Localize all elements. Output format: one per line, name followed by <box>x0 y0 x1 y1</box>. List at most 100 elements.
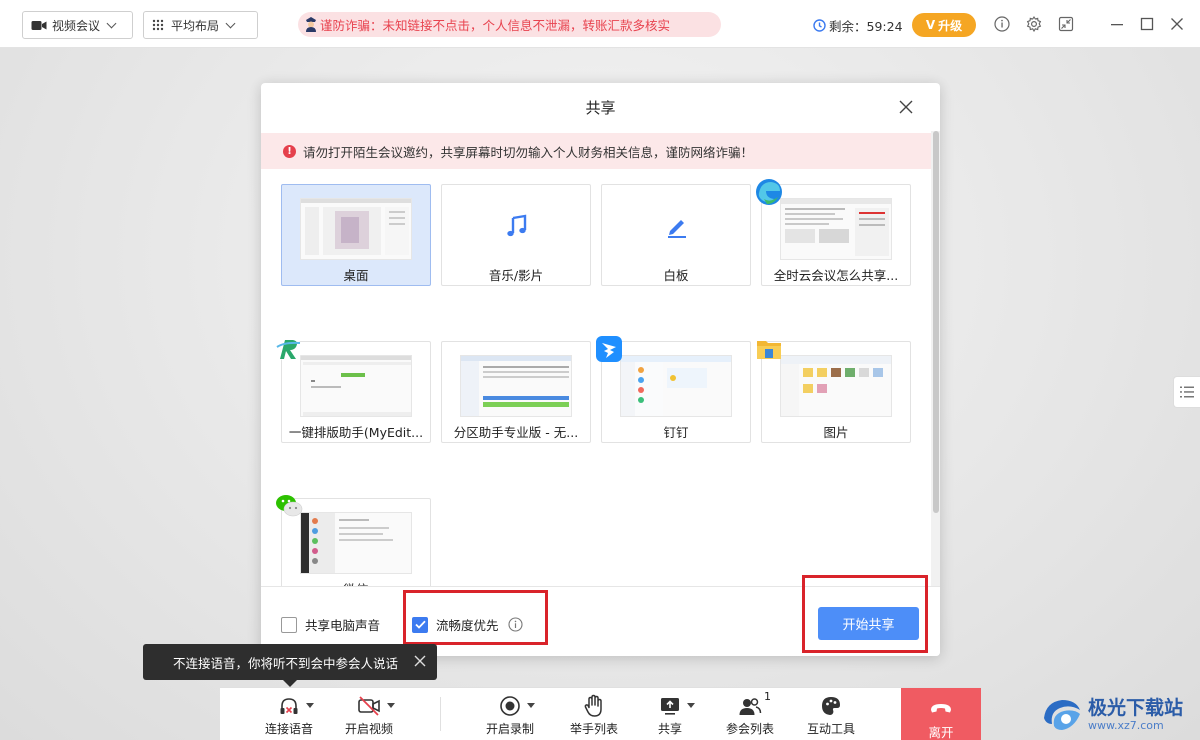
tile-whiteboard[interactable]: 白板 <box>601 184 751 286</box>
video-options-caret[interactable] <box>387 703 395 708</box>
site-watermark: 极光下载站 www.xz7.com <box>1040 688 1200 740</box>
checkbox-box[interactable] <box>281 616 297 633</box>
tile-label: 桌面 <box>343 268 369 283</box>
tile-desktop[interactable]: 桌面 <box>281 184 431 286</box>
maximize-icon[interactable] <box>1137 14 1157 34</box>
watermark-logo <box>1044 700 1080 730</box>
clock-icon <box>813 19 826 32</box>
participants-icon: 1 <box>738 690 771 718</box>
minimize-icon[interactable] <box>1107 14 1127 34</box>
palette-icon <box>820 694 842 718</box>
info-icon[interactable] <box>992 14 1012 34</box>
participant-list-button[interactable]: 1 参会列表 <box>720 688 780 740</box>
share-source-grid: 桌面 音乐/影片 白板 全时云会议怎么共享... 一键排版助手(MyEdit..… <box>261 169 931 586</box>
folder-icon <box>757 341 781 359</box>
upgrade-label: 升级 <box>938 18 963 33</box>
dingtalk-thumbnail <box>620 355 732 417</box>
grid-icon <box>152 19 164 31</box>
upgrade-button[interactable]: V 升级 <box>912 13 976 37</box>
watermark-url: www.xz7.com <box>1088 718 1164 732</box>
myeditor-app-icon <box>276 336 302 362</box>
share-dialog: 共享 ! 请勿打开陌生会议邀约，共享屏幕时切勿输入个人财务相关信息，谨防网络诈骗… <box>261 83 940 656</box>
hang-up-phone-icon <box>929 698 953 718</box>
video-camera-icon <box>31 20 47 31</box>
start-recording-label: 开启录制 <box>485 722 534 736</box>
start-video-button[interactable]: 开启视频 <box>340 688 398 740</box>
participant-list-label: 参会列表 <box>725 722 774 736</box>
headset-off-icon <box>278 694 314 718</box>
highlight-box-start-share <box>802 575 928 653</box>
shrink-window-icon[interactable] <box>1056 14 1076 34</box>
settings-gear-icon[interactable] <box>1024 14 1044 34</box>
raise-hand-list-button[interactable]: 举手列表 <box>564 688 624 740</box>
security-alert: ! 请勿打开陌生会议邀约，共享屏幕时切勿输入个人财务相关信息，谨防网络诈骗！ <box>261 133 931 169</box>
close-window-icon[interactable] <box>1167 14 1187 34</box>
interactive-tools-button[interactable]: 互动工具 <box>801 688 861 740</box>
leave-label: 离开 <box>928 725 954 740</box>
tile-partition-assistant[interactable]: 分区助手专业版 - 无... <box>441 341 591 443</box>
leave-meeting-button[interactable]: 离开 <box>901 688 981 740</box>
tooltip-arrow <box>283 680 297 687</box>
music-note-icon <box>507 214 527 237</box>
pictures-thumbnail <box>780 355 892 417</box>
share-button[interactable]: 共享 <box>650 688 695 740</box>
edge-browser-icon <box>756 179 782 205</box>
layout-dropdown[interactable]: 平均布局 <box>143 11 258 39</box>
member-list-toggle[interactable] <box>1173 376 1200 408</box>
wechat-app-icon <box>276 495 303 517</box>
camera-off-icon <box>357 694 395 718</box>
tooltip-text: 不连接语音，你将听不到会中参会人说话 <box>173 655 399 671</box>
top-bar: 视频会议 平均布局 谨防诈骗：未知链接不点击，个人信息不泄漏，转账汇款多核实 剩… <box>0 0 1200 48</box>
tile-label: 全时云会议怎么共享... <box>773 268 899 283</box>
close-icon[interactable] <box>413 654 427 668</box>
list-icon <box>1180 386 1194 398</box>
tile-wechat[interactable]: 微信 <box>276 495 431 586</box>
meeting-toolbar: 连接语音 开启视频 开启录制 举手列表 共享 1 参会列表 互动工具 离开 <box>220 687 981 740</box>
interactive-tools-label: 互动工具 <box>806 722 855 736</box>
tile-label: 图片 <box>823 425 849 440</box>
fraud-warning-banner: 谨防诈骗：未知链接不点击，个人信息不泄漏，转账汇款多核实 <box>298 12 721 37</box>
connect-audio-button[interactable]: 连接语音 <box>260 688 318 740</box>
close-icon[interactable] <box>898 99 914 115</box>
tile-myeditor[interactable]: 一键排版助手(MyEdit... <box>276 336 431 443</box>
scrollbar[interactable] <box>931 131 940 586</box>
audio-tooltip: 不连接语音，你将听不到会中参会人说话 <box>143 644 437 687</box>
record-icon <box>499 694 535 718</box>
watermark-text: 极光下载站 <box>1088 696 1184 719</box>
meeting-mode-dropdown[interactable]: 视频会议 <box>22 11 133 39</box>
start-video-label: 开启视频 <box>344 722 393 736</box>
tile-browser-window[interactable]: 全时云会议怎么共享... <box>756 179 911 286</box>
police-icon <box>306 17 316 32</box>
desktop-thumbnail <box>300 198 412 260</box>
tile-label: 一键排版助手(MyEdit... <box>288 425 424 440</box>
wechat-thumbnail <box>300 512 412 574</box>
fraud-warning-text: 谨防诈骗：未知链接不点击，个人信息不泄漏，转账汇款多核实 <box>320 18 671 33</box>
connect-audio-label: 连接语音 <box>264 722 313 736</box>
tile-music-video[interactable]: 音乐/影片 <box>441 184 591 286</box>
record-options-caret[interactable] <box>527 703 535 708</box>
share-screen-icon <box>659 694 695 718</box>
tile-label: 微信 <box>286 579 426 586</box>
pencil-icon <box>668 220 686 238</box>
tile-label: 分区助手专业版 - 无... <box>453 425 579 440</box>
dingtalk-app-icon <box>596 336 622 362</box>
myeditor-thumbnail <box>300 355 412 417</box>
vip-icon: V <box>925 18 936 32</box>
tile-pictures[interactable]: 图片 <box>757 341 911 443</box>
hand-icon <box>583 694 605 718</box>
tile-dingtalk[interactable]: 钉钉 <box>596 336 751 443</box>
alert-text: 请勿打开陌生会议邀约，共享屏幕时切勿输入个人财务相关信息，谨防网络诈骗！ <box>303 144 754 160</box>
browser-thumbnail <box>780 198 892 260</box>
raise-hand-list-label: 举手列表 <box>569 722 618 736</box>
layout-label: 平均布局 <box>171 18 220 33</box>
audio-options-caret[interactable] <box>306 703 314 708</box>
share-audio-checkbox[interactable]: 共享电脑声音 <box>281 615 380 634</box>
scrollbar-thumb[interactable] <box>933 131 939 513</box>
tile-label: 钉钉 <box>663 425 689 440</box>
time-remaining: 剩余：59:24 <box>813 16 903 35</box>
chevron-down-icon <box>106 18 117 28</box>
share-options-caret[interactable] <box>687 703 695 708</box>
share-label: 共享 <box>657 722 682 736</box>
start-recording-button[interactable]: 开启录制 <box>480 688 540 740</box>
highlight-box-smooth-priority <box>403 590 548 645</box>
